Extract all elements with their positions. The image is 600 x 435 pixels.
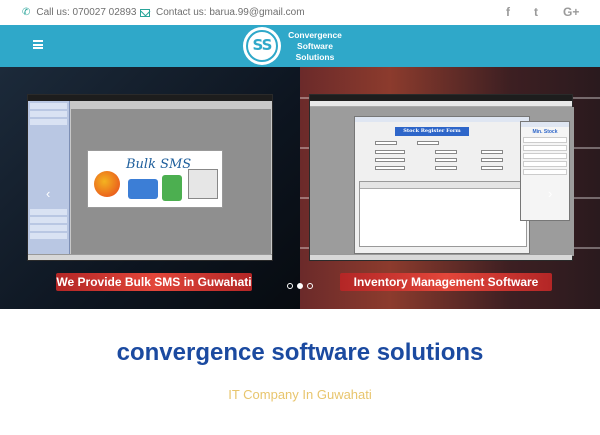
email-label: Contact us: barua.99@gmail.com: [156, 7, 305, 18]
inventory-caption: Inventory Management Software: [340, 273, 552, 291]
page-headline: convergence software solutions: [116, 339, 484, 366]
app-desktop: Stock Register Form Min. Stock: [310, 107, 574, 256]
email-contact[interactable]: Contact us: barua.99@gmail.com: [140, 7, 305, 18]
hamburger-menu-icon[interactable]: [33, 40, 43, 49]
top-contact-bar: ✆ Call us: 070027 02893 Contact us: baru…: [0, 0, 600, 25]
stock-form-title: Stock Register Form: [395, 127, 469, 136]
hero-carousel[interactable]: Bulk SMS Stock Register Form Min. Stock …: [0, 67, 600, 309]
carousel-prev-arrow-icon[interactable]: ‹: [46, 187, 50, 200]
phone-icon: ✆: [22, 6, 31, 18]
phone-contact[interactable]: ✆ Call us: 070027 02893: [22, 7, 136, 18]
carousel-indicators: [287, 283, 317, 291]
facebook-icon[interactable]: f: [506, 5, 510, 19]
logo-text-line2: Software: [297, 41, 333, 51]
bulk-sms-title: Bulk SMS: [126, 157, 192, 172]
logo-text: Convergence Software Solutions: [284, 30, 346, 63]
stock-grid: [359, 181, 527, 247]
google-plus-icon[interactable]: G+: [563, 5, 579, 19]
carousel-dot-3[interactable]: [307, 283, 313, 289]
envelope-icon: [140, 8, 150, 17]
bulk-sms-banner: Bulk SMS: [87, 150, 223, 208]
site-logo[interactable]: SS Convergence Software Solutions: [243, 27, 343, 65]
carousel-dot-2-active[interactable]: [297, 283, 303, 289]
logo-circle-icon: SS: [243, 27, 281, 65]
logo-text-line3: Solutions: [295, 52, 335, 62]
min-stock-title: Min. Stock: [532, 129, 558, 135]
min-stock-panel: Min. Stock: [520, 121, 570, 221]
main-navbar: SS Convergence Software Solutions: [0, 25, 600, 67]
logo-mark: SS: [252, 36, 273, 54]
twitter-icon[interactable]: t: [534, 5, 538, 19]
carousel-next-arrow-icon[interactable]: ›: [548, 187, 552, 200]
bulk-sms-caption: We Provide Bulk SMS in Guwahati: [56, 273, 252, 291]
app-left-nav: [28, 101, 70, 255]
phone-label: Call us: 070027 02893: [36, 7, 137, 18]
inventory-screenshot: Stock Register Form Min. Stock: [309, 94, 574, 261]
page-tagline: IT Company In Guwahati: [228, 387, 372, 402]
carousel-dot-1[interactable]: [287, 283, 293, 289]
stock-register-form: Stock Register Form: [354, 116, 530, 254]
logo-text-line1: Convergence: [288, 30, 342, 40]
